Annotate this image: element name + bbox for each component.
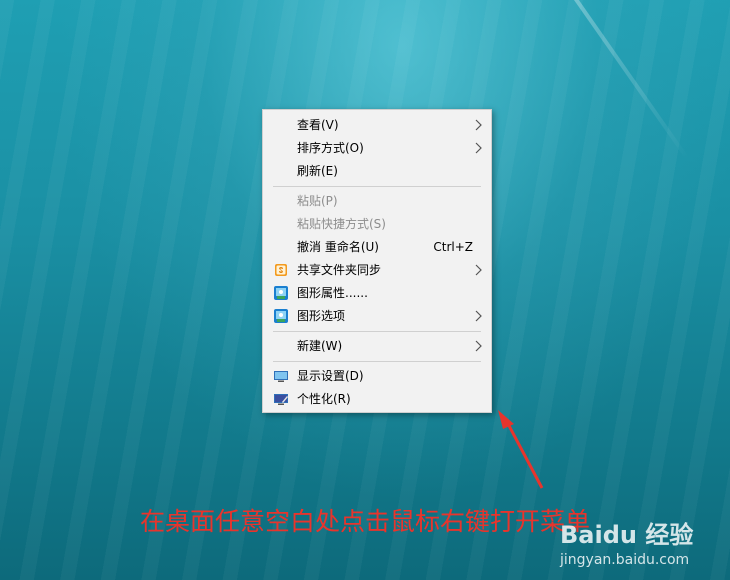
- watermark-logo: Baidu 经验: [560, 521, 694, 549]
- menu-item-label: 查看(V): [297, 118, 339, 132]
- menu-item-label: 排序方式(O): [297, 141, 364, 155]
- menu-item-graphics-properties[interactable]: 图形属性......: [263, 282, 491, 304]
- submenu-arrow-icon: [475, 340, 482, 352]
- sync-app-icon: [275, 264, 287, 276]
- menu-item-label: 显示设置(D): [297, 369, 364, 383]
- desktop-light-streak: [560, 0, 690, 161]
- menu-item-undo-rename[interactable]: 撤消 重命名(U) Ctrl+Z: [263, 236, 491, 258]
- display-settings-icon: [274, 371, 288, 382]
- menu-item-label: 图形选项: [297, 309, 346, 323]
- submenu-arrow-icon: [475, 264, 482, 276]
- menu-item-sort-by[interactable]: 排序方式(O): [263, 137, 491, 159]
- menu-separator: [273, 361, 481, 362]
- menu-item-label: 图形属性......: [297, 286, 368, 300]
- menu-separator: [273, 186, 481, 187]
- menu-item-label: 共享文件夹同步: [297, 263, 382, 277]
- menu-item-display-settings[interactable]: 显示设置(D): [263, 365, 491, 387]
- menu-item-share-folder-sync[interactable]: 共享文件夹同步: [263, 259, 491, 281]
- annotation-caption: 在桌面任意空白处点击鼠标右键打开菜单: [140, 507, 591, 536]
- menu-item-graphics-options[interactable]: 图形选项: [263, 305, 491, 327]
- submenu-arrow-icon: [475, 310, 482, 322]
- menu-item-view[interactable]: 查看(V): [263, 114, 491, 136]
- menu-item-label: 粘贴快捷方式(S): [297, 217, 386, 231]
- menu-item-paste[interactable]: 粘贴(P): [263, 190, 491, 212]
- menu-item-label: 新建(W): [297, 339, 343, 353]
- menu-item-new[interactable]: 新建(W): [263, 335, 491, 357]
- menu-separator: [273, 331, 481, 332]
- menu-item-refresh[interactable]: 刷新(E): [263, 160, 491, 182]
- baidu-jingyan-watermark: Baidu 经验 jingyan.baidu.com: [560, 515, 693, 568]
- submenu-arrow-icon: [475, 119, 482, 131]
- menu-item-label: 刷新(E): [297, 164, 338, 178]
- graphics-options-icon: [274, 309, 288, 323]
- desktop-context-menu: 查看(V) 排序方式(O) 刷新(E) 粘贴(P) 粘贴快捷方式(S) 撤消 重…: [262, 109, 492, 413]
- graphics-properties-icon: [274, 286, 288, 300]
- menu-item-label: 个性化(R): [297, 392, 351, 406]
- menu-item-label: 粘贴(P): [297, 194, 338, 208]
- menu-item-label: 撤消 重命名(U): [297, 240, 379, 254]
- menu-item-shortcut: Ctrl+Z: [433, 240, 473, 254]
- menu-item-personalize[interactable]: 个性化(R): [263, 388, 491, 410]
- personalize-icon: [274, 394, 288, 405]
- menu-item-paste-shortcut[interactable]: 粘贴快捷方式(S): [263, 213, 491, 235]
- submenu-arrow-icon: [475, 142, 482, 154]
- watermark-url: jingyan.baidu.com: [560, 552, 690, 568]
